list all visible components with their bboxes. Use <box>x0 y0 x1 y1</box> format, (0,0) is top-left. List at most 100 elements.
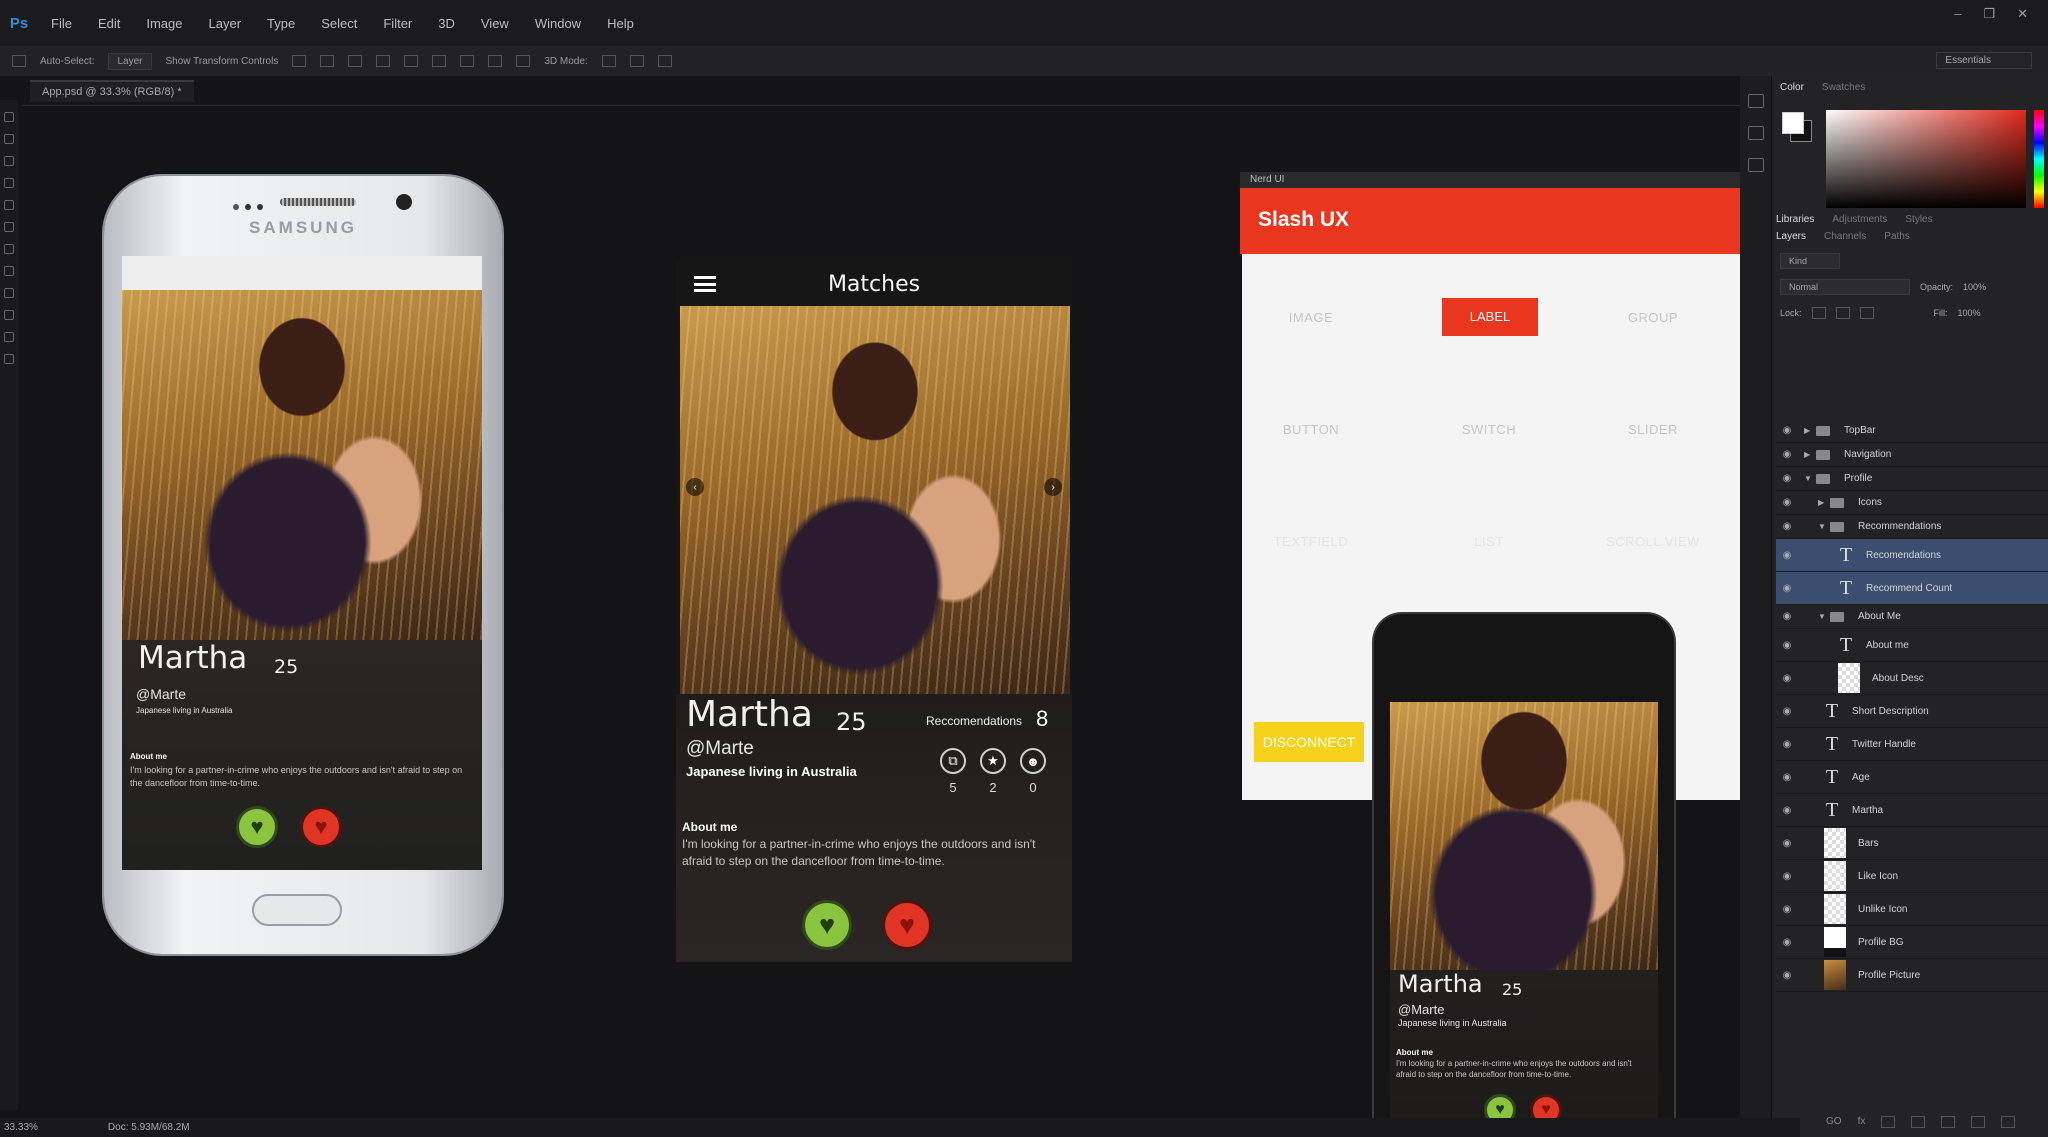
layer-row[interactable]: ◉ About Desc <box>1776 662 2048 695</box>
visibility-eye-icon[interactable]: ◉ <box>1776 611 1798 622</box>
menu-window[interactable]: Window <box>522 16 594 31</box>
auto-select-checkbox[interactable]: Auto-Select: <box>40 56 94 67</box>
distribute-icon[interactable] <box>488 55 503 67</box>
crop-tool-icon[interactable] <box>4 200 14 210</box>
copy-icon[interactable]: ⧉ <box>940 748 966 774</box>
layer-row[interactable]: ◉ T Recommend Count <box>1776 572 2048 605</box>
button-item[interactable]: BUTTON <box>1256 422 1366 437</box>
zoom-level[interactable]: 33.33% <box>4 1122 38 1133</box>
next-arrow-icon[interactable]: › <box>1044 478 1062 496</box>
menu-view[interactable]: View <box>468 16 522 31</box>
menu-file[interactable]: File <box>38 16 85 31</box>
tab-libraries[interactable]: Libraries <box>1776 214 1814 225</box>
chevron-down-icon[interactable]: ▼ <box>1804 474 1816 483</box>
3d-pan-icon[interactable] <box>629 55 644 67</box>
link-layers-icon[interactable]: GO <box>1826 1116 1842 1137</box>
layer-row[interactable]: ◉ ▶ TopBar <box>1776 419 2048 443</box>
visibility-eye-icon[interactable]: ◉ <box>1776 772 1798 783</box>
3d-slide-icon[interactable] <box>657 55 672 67</box>
layer-row[interactable]: ◉ ▼ Recommendations <box>1776 515 2048 539</box>
align-right-icon[interactable] <box>432 55 447 67</box>
stamp-tool-icon[interactable] <box>4 288 14 298</box>
list-item[interactable]: LIST <box>1434 534 1544 549</box>
visibility-eye-icon[interactable]: ◉ <box>1776 904 1798 915</box>
menu-3d[interactable]: 3D <box>425 16 468 31</box>
layer-row[interactable]: ◉ T About me <box>1776 629 2048 662</box>
menu-image[interactable]: Image <box>133 16 195 31</box>
visibility-eye-icon[interactable]: ◉ <box>1776 805 1798 816</box>
textfield-item[interactable]: TEXTFIELD <box>1256 534 1366 549</box>
lock-all-icon[interactable] <box>1859 307 1874 319</box>
quick-select-tool-icon[interactable] <box>4 178 14 188</box>
layer-row[interactable]: ◉ T Recomendations <box>1776 539 2048 572</box>
tab-styles[interactable]: Styles <box>1905 214 1932 225</box>
menu-filter[interactable]: Filter <box>370 16 425 31</box>
menu-layer[interactable]: Layer <box>196 16 255 31</box>
distribute-icon[interactable] <box>516 55 531 67</box>
layer-row[interactable]: ◉ ▶ Navigation <box>1776 443 2048 467</box>
visibility-eye-icon[interactable]: ◉ <box>1776 871 1798 882</box>
distribute-icon[interactable] <box>460 55 475 67</box>
disconnect-button[interactable]: DISCONNECT <box>1254 722 1364 762</box>
profile-photo[interactable] <box>680 306 1070 694</box>
menu-edit[interactable]: Edit <box>85 16 133 31</box>
star-icon[interactable]: ★ <box>980 748 1006 774</box>
align-left-icon[interactable] <box>376 55 391 67</box>
tab-paths[interactable]: Paths <box>1884 231 1910 242</box>
blend-mode-dropdown[interactable]: Normal <box>1780 279 1910 295</box>
close-icon[interactable]: ✕ <box>2017 6 2028 22</box>
visibility-eye-icon[interactable]: ◉ <box>1776 739 1798 750</box>
scroll-view-item[interactable]: SCROLL VIEW <box>1598 534 1708 549</box>
align-center-icon[interactable] <box>404 55 419 67</box>
layer-row[interactable]: ◉ Profile BG <box>1776 926 2048 959</box>
hue-slider[interactable] <box>2034 110 2044 208</box>
slider-item[interactable]: SLIDER <box>1598 422 1708 437</box>
visibility-eye-icon[interactable]: ◉ <box>1776 550 1798 561</box>
document-size[interactable]: Doc: 5.93M/68.2M <box>108 1122 190 1133</box>
align-middle-icon[interactable] <box>320 55 335 67</box>
profile-photo[interactable] <box>1390 702 1658 970</box>
chevron-down-icon[interactable]: ▼ <box>1818 612 1830 621</box>
unlike-button[interactable]: ♥ <box>882 900 932 950</box>
visibility-eye-icon[interactable]: ◉ <box>1776 425 1798 436</box>
show-transform-checkbox[interactable]: Show Transform Controls <box>166 56 279 67</box>
like-button[interactable]: ♥ <box>802 900 852 950</box>
eyedropper-tool-icon[interactable] <box>4 222 14 232</box>
layer-row[interactable]: ◉ T Short Description <box>1776 695 2048 728</box>
auto-select-dropdown[interactable]: Layer <box>108 52 152 70</box>
layer-row[interactable]: ◉ T Twitter Handle <box>1776 728 2048 761</box>
menu-help[interactable]: Help <box>594 16 647 31</box>
layer-row[interactable]: ◉ T Age <box>1776 761 2048 794</box>
layer-row[interactable]: ◉ Unlike Icon <box>1776 893 2048 926</box>
group-item[interactable]: GROUP <box>1598 310 1708 325</box>
align-bottom-icon[interactable] <box>348 55 363 67</box>
chevron-right-icon[interactable]: ▶ <box>1804 426 1816 435</box>
lasso-tool-icon[interactable] <box>4 156 14 166</box>
visibility-eye-icon[interactable]: ◉ <box>1776 473 1798 484</box>
tab-channels[interactable]: Channels <box>1824 231 1866 242</box>
3d-orbit-icon[interactable] <box>601 55 616 67</box>
marquee-tool-icon[interactable] <box>4 134 14 144</box>
group-icon[interactable]: ☻ <box>1020 748 1046 774</box>
chevron-right-icon[interactable]: ▶ <box>1804 450 1816 459</box>
chevron-right-icon[interactable]: ▶ <box>1818 498 1830 507</box>
visibility-eye-icon[interactable]: ◉ <box>1776 970 1798 981</box>
visibility-eye-icon[interactable]: ◉ <box>1776 838 1798 849</box>
new-layer-icon[interactable] <box>1971 1116 1986 1128</box>
menu-select[interactable]: Select <box>308 16 370 31</box>
layer-row[interactable]: ◉ ▼ About Me <box>1776 605 2048 629</box>
eraser-tool-icon[interactable] <box>4 332 14 342</box>
history-brush-icon[interactable] <box>4 310 14 320</box>
mask-icon[interactable] <box>1881 1116 1896 1128</box>
layer-row[interactable]: ◉ Like Icon <box>1776 860 2048 893</box>
adjustment-layer-icon[interactable] <box>1911 1116 1926 1128</box>
properties-icon[interactable] <box>1747 126 1764 140</box>
chevron-down-icon[interactable]: ▼ <box>1818 522 1830 531</box>
new-group-icon[interactable] <box>1941 1116 1956 1128</box>
trash-icon[interactable] <box>2001 1116 2016 1128</box>
align-top-icon[interactable] <box>292 55 307 67</box>
info-icon[interactable] <box>1747 158 1764 172</box>
tab-color[interactable]: Color <box>1780 82 1804 93</box>
profile-photo[interactable] <box>122 290 482 640</box>
restore-icon[interactable]: ❐ <box>1983 6 1995 22</box>
